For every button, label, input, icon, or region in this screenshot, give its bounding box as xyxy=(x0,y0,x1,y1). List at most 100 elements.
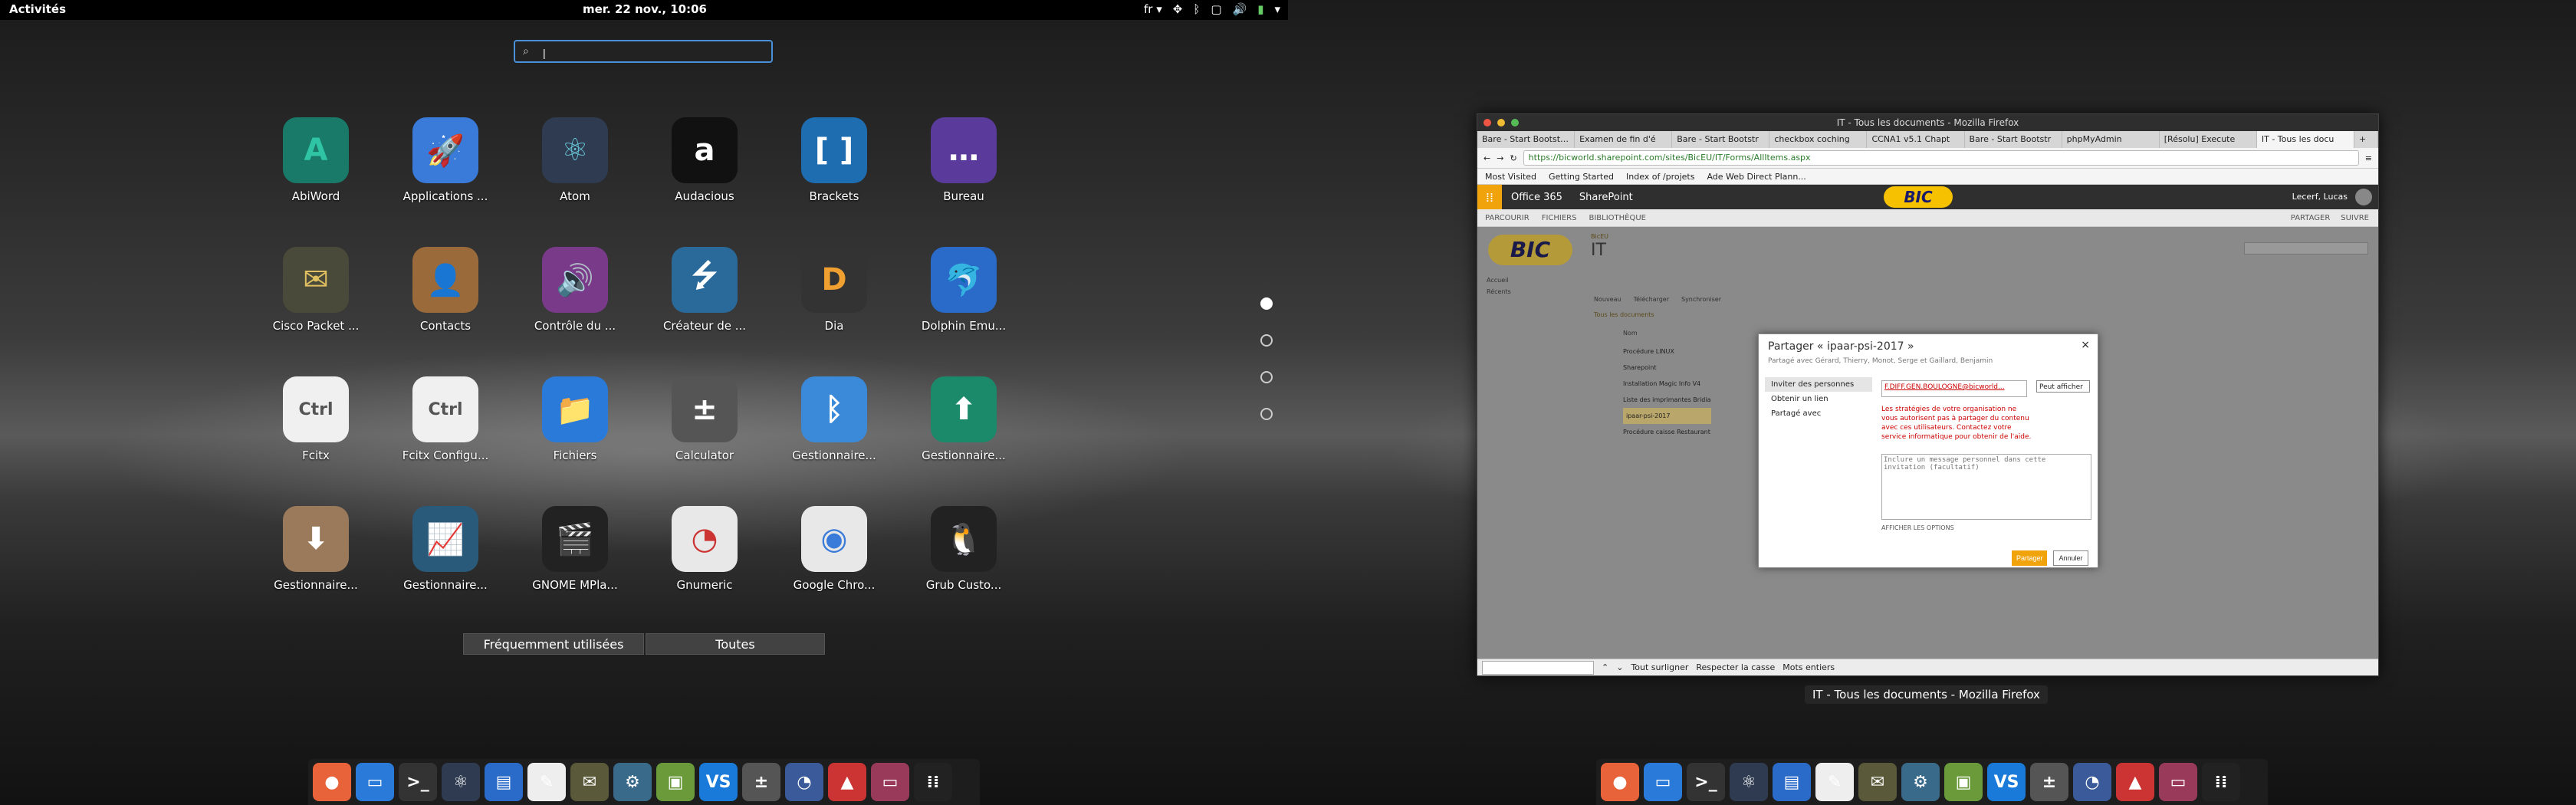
ribbon-tab[interactable]: BIBLIOTHÈQUE xyxy=(1589,214,1646,222)
personal-message-input[interactable] xyxy=(1881,454,2091,520)
bookmark-item[interactable]: Most Visited xyxy=(1485,172,1536,182)
app-tile[interactable]: 🔊 Contrôle du ... xyxy=(514,247,636,333)
document-action[interactable]: Synchroniser xyxy=(1681,296,1721,303)
ribbon-action[interactable]: PARTAGER xyxy=(2291,214,2330,222)
app-grid-icon[interactable]: ⁞⁞ xyxy=(2202,763,2240,801)
browser-tab[interactable]: Examen de fin d'é xyxy=(1575,131,1673,148)
match-case-checkbox[interactable]: Respecter la casse xyxy=(1696,662,1775,672)
page-indicator-3[interactable] xyxy=(1260,371,1273,383)
app-tile[interactable]: 🐬 Dolphin Emu... xyxy=(902,247,1025,333)
clock[interactable]: mer. 22 nov., 10:06 xyxy=(583,2,707,16)
sharepoint-link[interactable]: SharePoint xyxy=(1579,192,1633,203)
ribbon-tab[interactable]: FICHIERS xyxy=(1542,214,1577,222)
atom-icon[interactable]: ⚛ xyxy=(1730,763,1768,801)
menu-icon[interactable]: ≡ xyxy=(2365,153,2372,163)
ribbon-tab[interactable]: PARCOURIR xyxy=(1485,214,1530,222)
browser-tab[interactable]: IT - Tous les docu xyxy=(2256,131,2354,148)
app-tile[interactable]: ✉ Cisco Packet ... xyxy=(255,247,377,333)
activities-button[interactable]: Activités xyxy=(9,2,66,16)
calculator-icon[interactable]: ± xyxy=(742,763,780,801)
network-icon[interactable]: ⚙ xyxy=(1901,763,1940,801)
page-indicator-1[interactable] xyxy=(1260,297,1273,310)
vscode-icon[interactable]: VS xyxy=(699,763,738,801)
files-icon[interactable]: ▭ xyxy=(1644,763,1682,801)
cancel-button[interactable]: Annuler xyxy=(2053,550,2088,566)
minimize-icon[interactable] xyxy=(1497,119,1505,127)
app-tile[interactable]: a Audacious xyxy=(643,117,766,203)
keyboard-layout[interactable]: fr ▾ xyxy=(1144,2,1162,16)
find-previous-icon[interactable]: ⌃ xyxy=(1602,662,1608,672)
app-tile[interactable]: ⭍ Créateur de ... xyxy=(643,247,766,333)
bookmark-item[interactable]: Ade Web Direct Plann... xyxy=(1707,172,1806,182)
app-tile[interactable]: Ctrl Fcitx Configu... xyxy=(384,376,507,462)
back-icon[interactable]: ← xyxy=(1484,153,1490,163)
user-name[interactable]: Lecerf, Lucas xyxy=(2292,192,2348,202)
avatar[interactable] xyxy=(2355,189,2372,205)
writer-icon[interactable]: ▤ xyxy=(485,763,523,801)
image-viewer-icon[interactable]: ▣ xyxy=(656,763,695,801)
ribbon-action[interactable]: SUIVRE xyxy=(2341,214,2369,222)
app-tile[interactable]: ± Calculator xyxy=(643,376,766,462)
close-icon[interactable]: × xyxy=(2081,339,2090,351)
find-next-icon[interactable]: ⌄ xyxy=(1616,662,1623,672)
app-tile[interactable]: D Dia xyxy=(773,247,895,333)
list-item[interactable]: Sharepoint xyxy=(1623,360,1711,376)
reload-icon[interactable]: ↻ xyxy=(1510,153,1516,163)
document-action[interactable]: Télécharger xyxy=(1634,296,1669,303)
permission-select[interactable]: Peut afficher xyxy=(2036,380,2090,393)
app-tile[interactable]: 🚀 Applications ... xyxy=(384,117,507,203)
page-indicator-2[interactable] xyxy=(1260,334,1273,347)
forward-icon[interactable]: → xyxy=(1497,153,1503,163)
pdf-icon[interactable]: ▲ xyxy=(828,763,866,801)
whole-words-checkbox[interactable]: Mots entiers xyxy=(1783,662,1835,672)
maximize-icon[interactable] xyxy=(1511,119,1519,127)
pdf-icon[interactable]: ▲ xyxy=(2116,763,2154,801)
browser-tab[interactable]: phpMyAdmin xyxy=(2062,131,2160,148)
recipient-field[interactable]: F.DIFF.GEN.BOULOGNE@bicworld... xyxy=(1881,380,2027,397)
search-input[interactable] xyxy=(541,44,767,61)
draw-icon[interactable]: ✎ xyxy=(527,763,566,801)
window-titlebar[interactable]: IT - Tous les documents - Mozilla Firefo… xyxy=(1477,114,2378,131)
highlight-all-checkbox[interactable]: Tout surligner xyxy=(1631,662,1688,672)
dialog-side-item[interactable]: Partagé avec xyxy=(1765,406,1872,421)
new-tab-icon[interactable]: + xyxy=(2354,131,2378,148)
app-tile[interactable]: 👤 Contacts xyxy=(384,247,507,333)
vscode-icon[interactable]: VS xyxy=(1987,763,2026,801)
firefox-window[interactable]: IT - Tous les documents - Mozilla Firefo… xyxy=(1477,113,2379,676)
monitor-icon[interactable]: ◔ xyxy=(785,763,823,801)
draw-icon[interactable]: ✎ xyxy=(1815,763,1854,801)
browser-tab[interactable]: [Résolu] Execute xyxy=(2160,131,2257,148)
list-item[interactable]: Procédure caisse Restaurant xyxy=(1623,424,1711,440)
screen-icon[interactable]: ▭ xyxy=(871,763,909,801)
dialog-side-item[interactable]: Obtenir un lien xyxy=(1765,392,1872,406)
cisco-icon[interactable]: ✉ xyxy=(570,763,609,801)
list-item[interactable]: Procédure LINUX xyxy=(1623,343,1711,360)
app-grid-icon[interactable]: ⁞⁞ xyxy=(914,763,952,801)
page-indicator-4[interactable] xyxy=(1260,408,1273,420)
status-area[interactable]: fr ▾ ✥ ᛒ ▢ 🔊 ▮ ▾ xyxy=(1144,2,1280,16)
app-tile[interactable]: ⚛ Atom xyxy=(514,117,636,203)
left-nav-item[interactable]: Accueil xyxy=(1487,274,1571,286)
cisco-icon[interactable]: ✉ xyxy=(1858,763,1897,801)
app-tile[interactable]: Ctrl Fcitx xyxy=(255,376,377,462)
app-launcher-icon[interactable]: ⁞⁞ xyxy=(1477,185,1502,209)
writer-icon[interactable]: ▤ xyxy=(1773,763,1811,801)
site-title[interactable]: IT xyxy=(1591,241,1606,260)
app-tile[interactable]: 🎬 GNOME MPla... xyxy=(514,506,636,592)
app-tile[interactable]: ⬇ Gestionnaire... xyxy=(255,506,377,592)
app-tile[interactable]: … Bureau xyxy=(902,117,1025,203)
terminal-icon[interactable]: >_ xyxy=(399,763,437,801)
firefox-icon[interactable]: ● xyxy=(1601,763,1639,801)
document-action[interactable]: Nouveau xyxy=(1594,296,1622,303)
image-viewer-icon[interactable]: ▣ xyxy=(1944,763,1983,801)
shared-with-text[interactable]: Partagé avec Gérard, Thierry, Monot, Ser… xyxy=(1768,357,1993,365)
view-selector[interactable]: Tous les documents xyxy=(1594,311,1654,318)
network-icon[interactable]: ⚙ xyxy=(613,763,652,801)
browser-tab[interactable]: Bare - Start Bootstr xyxy=(1965,131,2062,148)
close-icon[interactable] xyxy=(1484,119,1491,127)
app-tile[interactable]: A AbiWord xyxy=(255,117,377,203)
browser-tab[interactable]: checkbox coching xyxy=(1769,131,1868,148)
tab-frequent[interactable]: Fréquemment utilisées xyxy=(463,633,644,655)
dialog-side-item[interactable]: Inviter des personnes xyxy=(1765,377,1872,392)
share-button[interactable]: Partager xyxy=(2012,550,2047,566)
